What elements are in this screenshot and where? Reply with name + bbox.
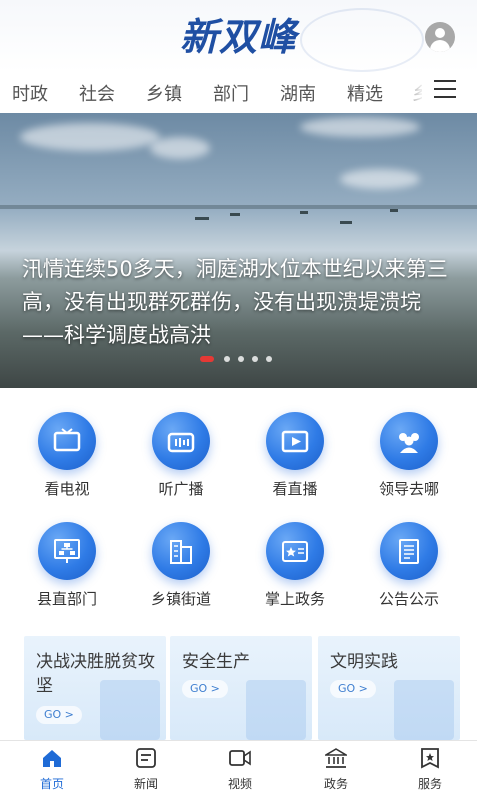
tab-shehui[interactable]: 社会: [79, 80, 115, 106]
nav-home[interactable]: 首页: [12, 741, 92, 797]
grid-label: 听广播: [158, 480, 204, 498]
card-go-button[interactable]: GO >: [330, 680, 376, 698]
nav-government[interactable]: 政务: [296, 741, 376, 797]
tab-shizheng[interactable]: 时政: [12, 80, 48, 106]
card-title: 安全生产: [182, 652, 250, 672]
grid-label: 掌上政务: [264, 590, 325, 608]
grid-label: 乡镇街道: [150, 590, 211, 608]
nav-news[interactable]: 新闻: [106, 741, 186, 797]
card-civilization-practice[interactable]: 文明实践 GO >: [318, 636, 460, 740]
banner-headline[interactable]: 汛情连续50多天，洞庭湖水位本世纪以来第三高，没有出现群死群伤，没有出现溃堤溃垸…: [22, 253, 462, 352]
tab-xiangzhen[interactable]: 乡镇: [146, 80, 182, 106]
radio-icon: [152, 412, 210, 470]
grid-label: 看直播: [272, 480, 318, 498]
grid-label: 看电视: [44, 480, 90, 498]
nav-service[interactable]: 服务: [390, 741, 470, 797]
notice-icon: [380, 522, 438, 580]
card-title: 文明实践: [330, 652, 398, 672]
org-chart-icon: [38, 522, 96, 580]
app-logo: 新双峰: [179, 14, 297, 59]
card-poverty-alleviation[interactable]: 决战决胜脱贫攻坚 GO >: [24, 636, 166, 740]
grid-label: 领导去哪: [378, 480, 439, 498]
card-go-button[interactable]: GO >: [182, 680, 228, 698]
grid-label: 县直部门: [36, 590, 97, 608]
nav-label: 政务: [323, 777, 348, 791]
government-icon: [325, 748, 347, 768]
nav-video[interactable]: 视频: [200, 741, 280, 797]
grid-label: 公告公示: [378, 590, 439, 608]
tab-bumen[interactable]: 部门: [213, 80, 249, 106]
home-icon: [43, 750, 61, 767]
card-go-button[interactable]: GO >: [36, 706, 82, 724]
nav-label: 服务: [417, 777, 442, 791]
video-icon: [229, 750, 251, 766]
bottom-navigation: 首页 新闻 视频 政务 服务: [0, 740, 477, 797]
nav-label: 首页: [39, 777, 64, 791]
nav-label: 视频: [227, 777, 252, 791]
card-safety-production[interactable]: 安全生产 GO >: [170, 636, 312, 740]
card-title: 决战决胜脱贫攻坚: [36, 652, 155, 696]
buildings-icon: [152, 522, 210, 580]
tab-jingxuan[interactable]: 精选: [347, 80, 383, 106]
app-header: 新双峰: [0, 0, 477, 72]
live-video-icon: [266, 412, 324, 470]
tab-hunan[interactable]: 湖南: [280, 80, 316, 106]
gov-star-icon: [266, 522, 324, 580]
tv-icon: [38, 412, 96, 470]
menu-icon[interactable]: [434, 80, 456, 98]
headline-banner[interactable]: 汛情连续50多天，洞庭湖水位本世纪以来第三高，没有出现群死群伤，没有出现溃堤溃垸…: [0, 113, 477, 388]
user-avatar-icon[interactable]: [425, 22, 455, 52]
nav-label: 新闻: [133, 777, 158, 791]
news-icon: [136, 748, 156, 768]
people-icon: [380, 412, 438, 470]
category-tabs: 时政 社会 乡镇 部门 湖南 精选 乡: [0, 72, 477, 112]
service-icon: [421, 748, 439, 769]
